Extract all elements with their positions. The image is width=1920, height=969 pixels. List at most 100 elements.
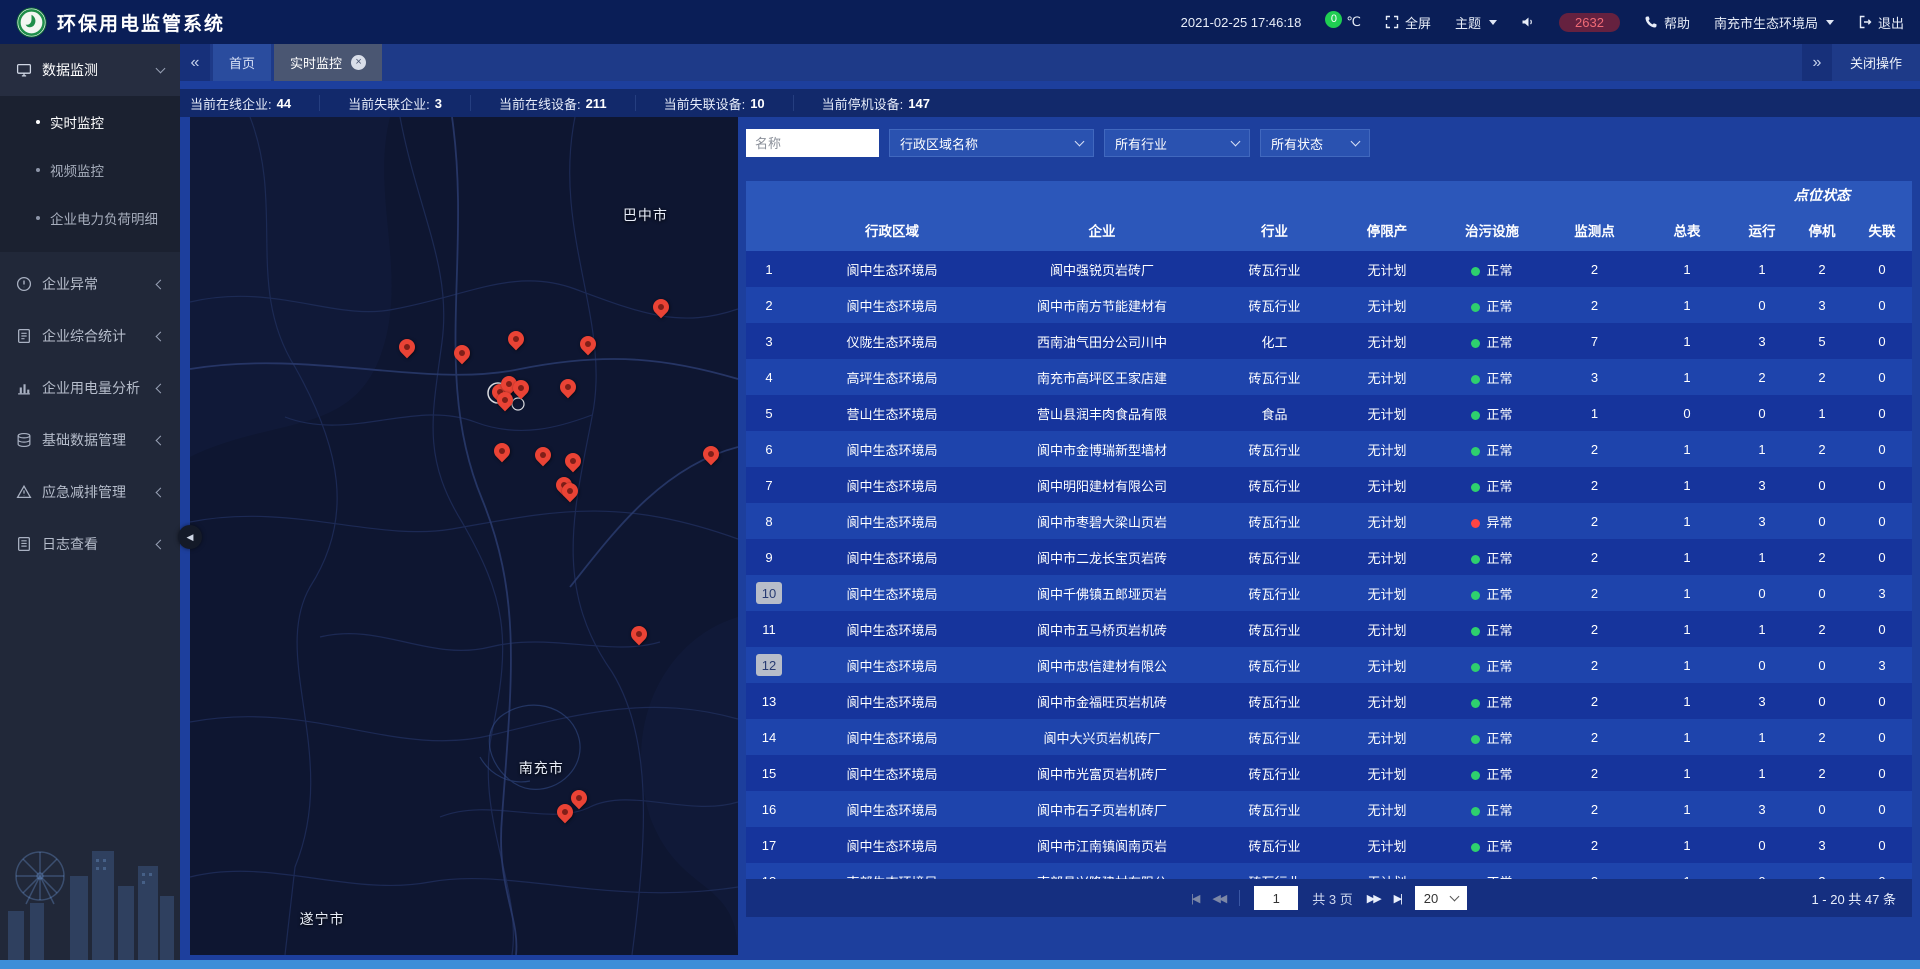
tab-realtime-monitoring[interactable]: 实时监控 × [274,44,382,81]
map-pin[interactable] [628,623,651,646]
sidebar-item-company-abnormal[interactable]: 企业异常 [0,258,180,310]
cell-region: 南部生态环境局 [792,872,992,880]
sidebar-item-realtime-monitoring[interactable]: 实时监控 [0,98,180,146]
cell-pollution-facility: 正常 [1437,260,1547,279]
cell-pollution-facility: 正常 [1437,728,1547,747]
prev-page-button[interactable]: ◀◀ [1212,892,1225,905]
cell-industry: 砖瓦行业 [1212,836,1337,855]
help-button[interactable]: 帮助 [1644,13,1690,32]
table-row[interactable]: 14阆中生态环境局阆中大兴页岩机砖厂砖瓦行业无计划正常21120 [746,719,1912,755]
map[interactable]: 巴中市南充市遂宁市 [190,117,738,955]
theme-dropdown[interactable]: 主题 [1455,13,1497,32]
name-filter-input[interactable] [746,129,879,157]
table-row[interactable]: 10阆中生态环境局阆中千佛镇五郎垭页岩砖瓦行业无计划正常21003 [746,575,1912,611]
map-pin[interactable] [451,342,474,365]
log-document-icon [16,536,32,552]
collapse-sidebar-handle[interactable]: ◀ [178,525,202,549]
stats-bar: 当前在线企业:44 当前失联企业:3 当前在线设备:211 当前失联设备:10 … [180,89,1920,117]
table-row[interactable]: 11阆中生态环境局阆中市五马桥页岩机砖砖瓦行业无计划正常21120 [746,611,1912,647]
table-row[interactable]: 16阆中生态环境局阆中市石子页岩机砖厂砖瓦行业无计划正常21300 [746,791,1912,827]
row-index: 15 [746,766,792,781]
cell-company: 阆中市金福旺页岩机砖 [992,692,1212,711]
cell-industry: 砖瓦行业 [1212,656,1337,675]
sidebar-item-log-view[interactable]: 日志查看 [0,518,180,570]
map-pin[interactable] [561,450,584,473]
alarm-count-badge[interactable]: 2632 [1559,13,1620,32]
map-pin[interactable] [650,296,673,319]
cell-monitor-points: 2 [1547,514,1642,529]
sidebar: 数据监测 实时监控 视频监控 企业电力负荷明细 [0,44,180,969]
tab-scroll-right-button[interactable]: » [1802,44,1832,81]
next-page-button[interactable]: ▶▶ [1367,892,1380,905]
cell-production-limit: 无计划 [1337,836,1437,855]
organization-dropdown[interactable]: 南充市生态环境局 [1714,13,1834,32]
fullscreen-button[interactable]: 全屏 [1385,13,1431,32]
table-row[interactable]: 13阆中生态环境局阆中市金福旺页岩机砖砖瓦行业无计划正常21300 [746,683,1912,719]
tab-label: 首页 [229,53,255,72]
table-row[interactable]: 7阆中生态环境局阆中明阳建材有限公司砖瓦行业无计划正常21300 [746,467,1912,503]
status-filter-select[interactable]: 所有状态 [1260,129,1370,157]
cell-running: 3 [1732,802,1792,817]
cell-production-limit: 无计划 [1337,296,1437,315]
warning-triangle-icon [16,484,32,500]
cell-industry: 砖瓦行业 [1212,476,1337,495]
table-row[interactable]: 12阆中生态环境局阆中市忠信建材有限公砖瓦行业无计划正常21003 [746,647,1912,683]
page-size-select[interactable]: 20 [1415,886,1467,910]
map-pin[interactable] [699,442,722,465]
map-pin[interactable] [505,328,528,351]
region-filter-select[interactable]: 行政区域名称 [889,129,1094,157]
sidebar-item-base-data[interactable]: 基础数据管理 [0,414,180,466]
cell-lost: 0 [1852,442,1912,457]
logout-button[interactable]: 退出 [1858,13,1904,32]
map-pin[interactable] [491,440,514,463]
table-row[interactable]: 2阆中生态环境局阆中市南方节能建材有砖瓦行业无计划正常21030 [746,287,1912,323]
cell-production-limit: 无计划 [1337,476,1437,495]
row-index: 10 [746,582,792,604]
tab-home[interactable]: 首页 [213,44,271,81]
sidebar-item-power-load-detail[interactable]: 企业电力负荷明细 [0,194,180,242]
table-row[interactable]: 18南部生态环境局南部县兴隆建材有限公砖瓦行业无计划正常21030 [746,863,1912,879]
map-pin[interactable] [532,444,555,467]
sidebar-item-company-statistics[interactable]: 企业综合统计 [0,310,180,362]
close-operations-button[interactable]: 关闭操作 [1832,53,1920,72]
horizontal-scrollbar[interactable] [0,960,1920,969]
table-row[interactable]: 1阆中生态环境局阆中强锐页岩砖厂砖瓦行业无计划正常21120 [746,251,1912,287]
row-index: 5 [746,406,792,421]
cell-running: 0 [1732,406,1792,421]
pagination-bar: |◀ ◀◀ 共 3 页 ▶▶ ▶| 20 1 - 20 共 47 条 [746,879,1912,917]
cell-company: 阆中市光富页岩机砖厂 [992,764,1212,783]
map-pin[interactable] [556,375,579,398]
app-title: 环保用电监管系统 [57,9,225,36]
stat-online-devices: 当前在线设备:211 [471,95,636,111]
cell-industry: 砖瓦行业 [1212,764,1337,783]
cell-industry: 砖瓦行业 [1212,620,1337,639]
temperature-unit: ℃ [1346,14,1361,30]
cell-running: 2 [1732,370,1792,385]
close-tab-icon[interactable]: × [351,55,366,70]
table-row[interactable]: 15阆中生态环境局阆中市光富页岩机砖厂砖瓦行业无计划正常21120 [746,755,1912,791]
sidebar-item-power-analysis[interactable]: 企业用电量分析 [0,362,180,414]
industry-filter-select[interactable]: 所有行业 [1104,129,1250,157]
table-row[interactable]: 6阆中生态环境局阆中市金博瑞新型墙材砖瓦行业无计划正常21120 [746,431,1912,467]
page-number-input[interactable] [1254,886,1298,910]
first-page-button[interactable]: |◀ [1191,892,1198,905]
cell-lost: 0 [1852,406,1912,421]
map-pin[interactable] [396,336,419,359]
sidebar-item-video-monitoring[interactable]: 视频监控 [0,146,180,194]
last-page-button[interactable]: ▶| [1394,892,1401,905]
table-row[interactable]: 4高坪生态环境局南充市高坪区王家店建砖瓦行业无计划正常31220 [746,359,1912,395]
sidebar-item-emergency-management[interactable]: 应急减排管理 [0,466,180,518]
map-pin[interactable] [577,333,600,356]
app-logo-icon [16,7,47,38]
table-row[interactable]: 9阆中生态环境局阆中市二龙长宝页岩砖砖瓦行业无计划正常21120 [746,539,1912,575]
cell-stopped: 2 [1792,550,1852,565]
voice-broadcast-button[interactable] [1521,15,1535,29]
status-dot-icon [1471,267,1480,276]
table-row[interactable]: 3仪陇生态环境局西南油气田分公司川中化工无计划正常71350 [746,323,1912,359]
cell-industry: 砖瓦行业 [1212,548,1337,567]
table-row[interactable]: 5营山生态环境局营山县润丰肉食品有限食品无计划正常10010 [746,395,1912,431]
sidebar-item-data-monitoring[interactable]: 数据监测 [0,44,180,96]
table-row[interactable]: 17阆中生态环境局阆中市江南镇阆南页岩砖瓦行业无计划正常21030 [746,827,1912,863]
tab-scroll-left-button[interactable]: « [180,44,210,81]
table-row[interactable]: 8阆中生态环境局阆中市枣碧大梁山页岩砖瓦行业无计划异常21300 [746,503,1912,539]
